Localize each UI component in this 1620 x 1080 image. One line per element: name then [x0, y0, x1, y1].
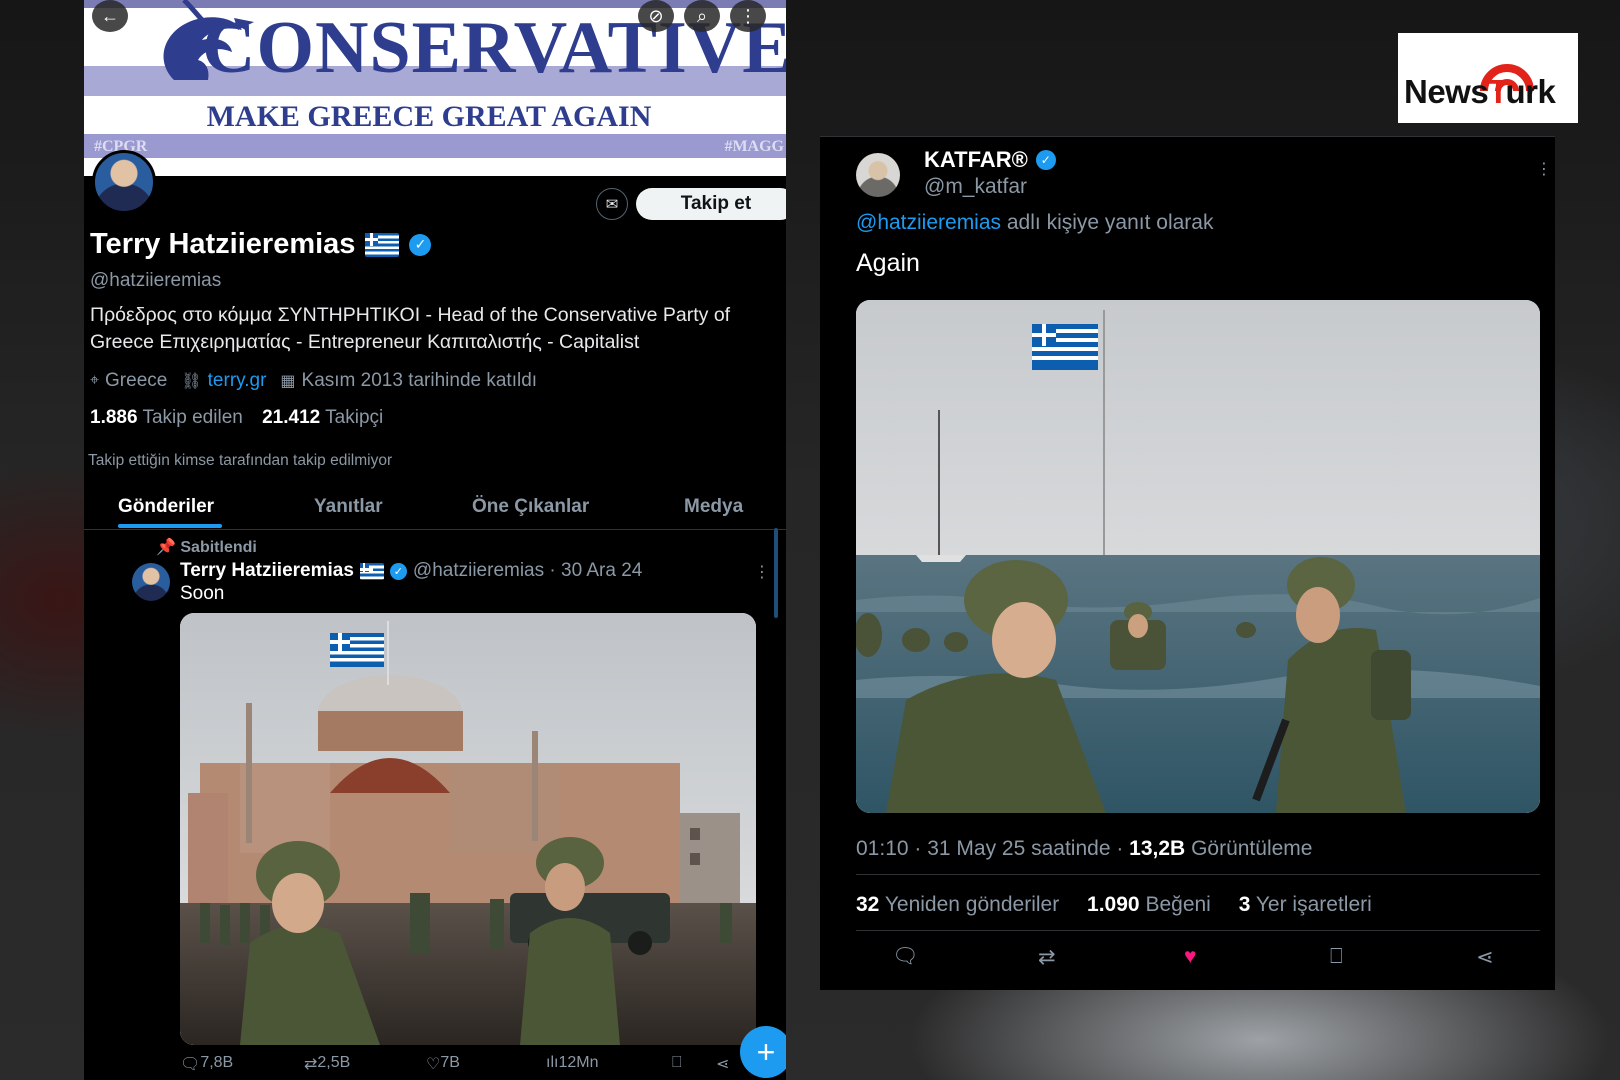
profile-avatar[interactable]: [92, 150, 156, 214]
hagia-sophia-soldiers-image: [180, 613, 756, 1045]
compose-post-button[interactable]: +: [740, 1026, 786, 1078]
follow-counts: 1.886 Takip edilen 21.412 Takipçi: [90, 407, 383, 429]
bookmarks-stat[interactable]: 3 Yer işaretleri: [1239, 893, 1372, 916]
more-vertical-icon[interactable]: ⋮: [730, 0, 766, 32]
logo-text: NewsTurk: [1404, 73, 1556, 110]
reply-author-row: KATFAR® ✓: [924, 147, 1056, 173]
repost-action[interactable]: ⇄ 2,5B: [304, 1054, 350, 1074]
reply-tweet: KATFAR® ✓ @m_katfar ⋮ @hatziieremias adl…: [820, 136, 1555, 990]
profile-handle: @hatziieremias: [90, 270, 222, 291]
reply-text: Again: [856, 249, 920, 277]
newsturk-logo: NewsTurk: [1398, 33, 1578, 123]
greek-flag-icon: [365, 232, 400, 257]
banner-hashtag: #MAGG: [724, 138, 784, 155]
like-filled-icon[interactable]: ♥: [1184, 945, 1196, 969]
post-header: Terry Hatziieremias ✓ @hatziieremias · 3…: [180, 560, 642, 582]
reply-image[interactable]: [856, 300, 1540, 813]
profile-website-link[interactable]: terry.gr: [208, 370, 267, 392]
post-text: Soon: [180, 583, 225, 604]
reposts-stat[interactable]: 32 Yeniden gönderiler: [856, 893, 1059, 916]
soldiers-in-sea-image: [856, 300, 1540, 813]
post-image[interactable]: [180, 613, 756, 1045]
greek-flag-icon: [1032, 324, 1098, 370]
verified-badge-icon: ✓: [409, 233, 432, 256]
profile-banner: CONSERVATIVES MAKE GREECE GREAT AGAIN #C…: [84, 0, 786, 176]
post-author-name[interactable]: Terry Hatziieremias: [180, 560, 354, 582]
active-tab-indicator: [118, 524, 222, 528]
calendar-icon: ▦: [280, 373, 296, 390]
like-action[interactable]: ♡ 7B: [426, 1054, 460, 1074]
reply-action[interactable]: 🗨 7,8B: [180, 1054, 233, 1074]
greek-flag-icon: [359, 562, 384, 580]
location-pin-icon: ⌖: [90, 372, 100, 389]
profile-joined: Kasım 2013 tarihinde katıldı: [301, 370, 538, 391]
scrollbar[interactable]: [774, 528, 778, 618]
more-vertical-icon[interactable]: ⋮: [1536, 159, 1552, 179]
post-author-avatar[interactable]: [132, 563, 170, 601]
tweet-timestamp: 01:10 · 31 May 25 saatinde · 13,2B Görün…: [856, 837, 1313, 860]
views-action[interactable]: ılı 12Mn: [546, 1054, 598, 1072]
profile-location: Greece: [105, 370, 168, 391]
link-icon: ⛓: [181, 373, 202, 390]
pin-icon: 📌: [156, 539, 176, 556]
pinned-label: 📌 Sabitlendi: [156, 539, 257, 556]
replying-to-handle[interactable]: @hatziieremias: [856, 211, 1001, 234]
verified-badge-icon: ✓: [1035, 150, 1056, 170]
tweet-stats: 32 Yeniden gönderiler 1.090 Beğeni 3 Yer…: [856, 893, 1372, 917]
profile-tabs: Gönderiler Yanıtlar Öne Çıkanlar Medya: [84, 480, 786, 530]
followers-link[interactable]: 21.412 Takipçi: [262, 407, 383, 428]
following-link[interactable]: 1.886 Takip edilen: [90, 407, 243, 428]
tab-media[interactable]: Medya: [684, 496, 743, 518]
share-icon[interactable]: ⋖: [716, 1054, 729, 1074]
greek-flag-icon: [330, 633, 384, 667]
post-more-icon[interactable]: ⋮: [754, 562, 770, 582]
verified-badge-icon: ✓: [389, 562, 407, 580]
post-handle-date: @hatziieremias · 30 Ara 24: [412, 560, 643, 581]
bookmark-icon[interactable]: ⎕: [672, 1054, 682, 1072]
reply-author-name[interactable]: KATFAR®: [924, 147, 1028, 173]
profile-meta: ⌖ Greece ⛓ terry.gr ▦ Kasım 2013 tarihin…: [90, 370, 537, 392]
share-icon[interactable]: ⋖: [1476, 945, 1494, 970]
reply-author-handle[interactable]: @m_katfar: [924, 175, 1027, 199]
profile-bio: Πρόεδρος στο κόμμα ΣΥΝΤΗΡΗΤΙΚΟΙ - Head o…: [90, 304, 731, 353]
bookmark-icon[interactable]: ⎕: [1330, 945, 1343, 969]
tab-posts[interactable]: Gönderiler: [118, 496, 214, 518]
profile-name-row: Terry Hatziieremias ✓: [90, 228, 432, 261]
banner-subtitle: MAKE GREECE GREAT AGAIN: [206, 100, 652, 133]
repost-icon[interactable]: ⇄: [1038, 945, 1056, 970]
message-button[interactable]: ✉: [596, 188, 628, 220]
reply-author-avatar[interactable]: [856, 153, 900, 197]
divider: [856, 930, 1540, 931]
search-icon[interactable]: ⌕: [684, 0, 720, 32]
divider: [856, 874, 1540, 875]
tab-replies[interactable]: Yanıtlar: [314, 496, 383, 518]
profile-name: Terry Hatziieremias: [90, 228, 356, 260]
mail-icon: ✉: [605, 196, 619, 213]
follow-button[interactable]: Takip et: [636, 188, 786, 220]
grok-icon[interactable]: ⊘: [638, 0, 674, 32]
profile-screen: CONSERVATIVES MAKE GREECE GREAT AGAIN #C…: [84, 0, 786, 1080]
mutual-followers-note: Takip ettiğin kimse tarafından takip edi…: [88, 452, 393, 469]
tab-highlights[interactable]: Öne Çıkanlar: [472, 496, 589, 518]
back-arrow-icon[interactable]: ←: [92, 0, 128, 32]
reply-icon[interactable]: 🗨: [892, 945, 919, 969]
likes-stat[interactable]: 1.090 Beğeni: [1087, 893, 1211, 916]
replying-to: @hatziieremias adlı kişiye yanıt olarak: [856, 211, 1214, 234]
